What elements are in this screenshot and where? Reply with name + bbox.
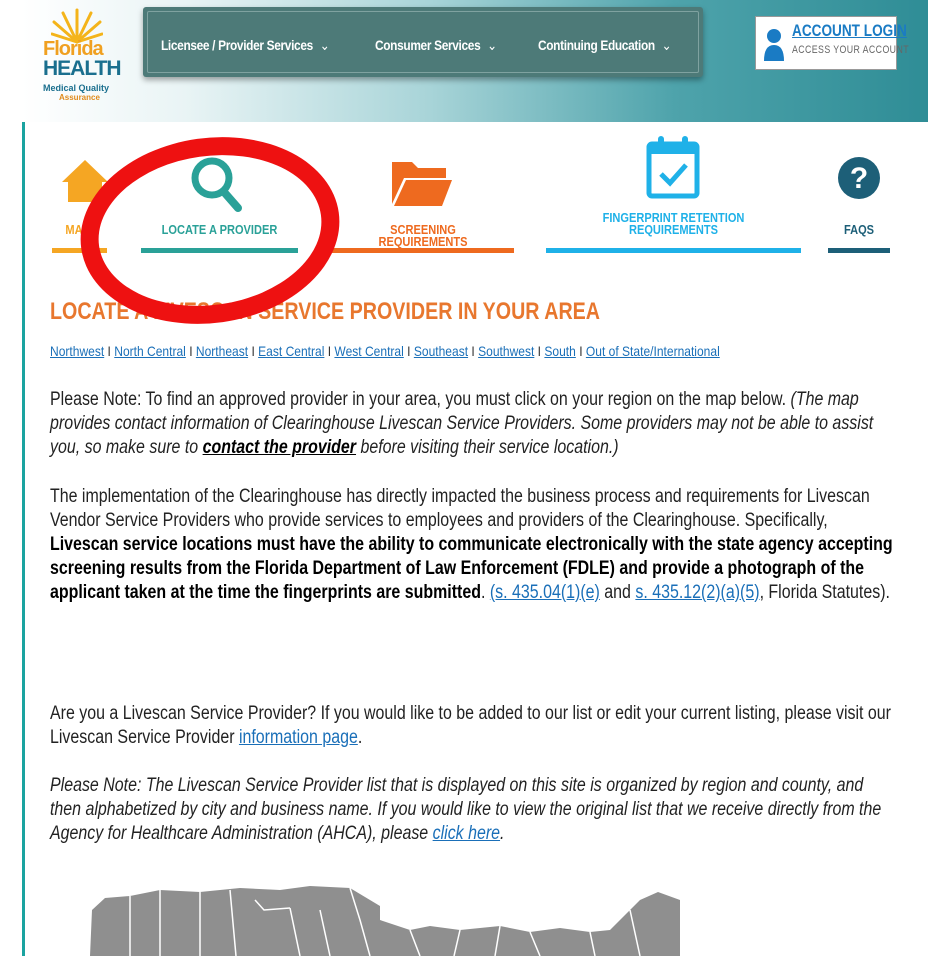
note-find-provider: Please Note: To find an approved provide…: [50, 388, 898, 460]
question-icon: ?: [838, 157, 880, 199]
impl-end: , Florida Statutes).: [759, 582, 890, 603]
region-links: Northwest I North Central I Northeast I …: [50, 343, 720, 359]
nav-label: Licensee / Provider Services: [161, 37, 313, 53]
calendar-check-icon: [646, 136, 700, 199]
implementation-paragraph: The implementation of the Clearinghouse …: [50, 485, 898, 605]
separator: I: [575, 343, 586, 359]
florida-health-logo[interactable]: Florida HEALTH Medical Quality Assurance: [41, 4, 122, 120]
impl-and: and: [599, 582, 636, 603]
tab-label: FINGERPRINT RETENTION REQUIREMENTS: [602, 210, 745, 237]
tab-fingerprint-retention[interactable]: FINGERPRINT RETENTION REQUIREMENTS: [546, 130, 801, 260]
information-page-link[interactable]: information page: [239, 727, 358, 748]
main-nav: Licensee / Provider Services ⌄ Consumer S…: [143, 7, 703, 77]
account-login-title: ACCOUNT LOGIN: [792, 21, 907, 40]
region-link-east-central[interactable]: East Central: [258, 343, 324, 359]
separator: I: [104, 343, 115, 359]
chevron-down-icon: ⌄: [319, 37, 330, 53]
region-link-out-of-state[interactable]: Out of State/International: [586, 343, 720, 359]
separator: I: [185, 343, 196, 359]
tab-label: FAQS: [843, 222, 875, 237]
provider-question-paragraph: Are you a Livescan Service Provider? If …: [50, 702, 898, 750]
note-italic-end: before visiting their service location.): [356, 437, 619, 458]
impl-dot: .: [480, 582, 490, 603]
note2-end: .: [500, 823, 505, 844]
statute-link-435-04[interactable]: (s. 435.04(1)(e): [490, 582, 600, 603]
account-login-subtitle: ACCESS YOUR ACCOUNT: [792, 44, 909, 56]
user-icon: [764, 29, 784, 61]
impl-text: The implementation of the Clearinghouse …: [50, 486, 870, 531]
nav-continuing-education[interactable]: Continuing Education ⌄: [538, 37, 672, 54]
nav-licensee-provider-services[interactable]: Licensee / Provider Services ⌄: [161, 37, 330, 54]
region-link-northwest[interactable]: Northwest: [50, 343, 104, 359]
tab-label: SCREENING REQUIREMENTS: [378, 222, 468, 249]
region-link-southwest[interactable]: Southwest: [478, 343, 534, 359]
region-link-northeast[interactable]: Northeast: [196, 343, 248, 359]
separator: I: [403, 343, 414, 359]
logo-mqa-text: Medical Quality: [43, 83, 110, 93]
tab-underline: [546, 248, 801, 253]
click-here-link[interactable]: click here: [433, 823, 500, 844]
statute-link-435-12[interactable]: s. 435.12(2)(a)(5): [635, 582, 759, 603]
nav-label: Continuing Education: [538, 37, 655, 53]
note-text: Please Note: To find an approved provide…: [50, 389, 791, 410]
region-link-southeast[interactable]: Southeast: [414, 343, 468, 359]
chevron-down-icon: ⌄: [661, 37, 672, 53]
svg-text:?: ?: [850, 162, 868, 195]
separator: I: [324, 343, 335, 359]
logo-health-text: HEALTH: [43, 57, 122, 80]
separator: I: [248, 343, 259, 359]
tab-underline: [332, 248, 514, 253]
note-list-organization: Please Note: The Livescan Service Provid…: [50, 774, 898, 846]
nav-consumer-services[interactable]: Consumer Services ⌄: [375, 37, 497, 54]
separator: I: [468, 343, 479, 359]
provider-end: .: [357, 727, 363, 748]
folder-icon: [392, 162, 452, 206]
nav-label: Consumer Services: [375, 37, 481, 53]
separator: I: [534, 343, 545, 359]
account-login-button[interactable]: ACCOUNT LOGIN ACCESS YOUR ACCOUNT: [755, 16, 909, 70]
florida-region-map[interactable]: [50, 870, 750, 956]
region-link-north-central[interactable]: North Central: [114, 343, 186, 359]
contact-provider-link[interactable]: contact the provider: [203, 437, 356, 458]
region-link-west-central[interactable]: West Central: [334, 343, 403, 359]
region-link-south[interactable]: South: [544, 343, 575, 359]
chevron-down-icon: ⌄: [487, 37, 497, 53]
logo-assurance-text: Assurance: [59, 93, 100, 102]
provider-question-text: Are you a Livescan Service Provider? If …: [50, 703, 891, 748]
tab-faqs[interactable]: ? FAQS: [828, 150, 890, 260]
tab-underline: [828, 248, 890, 253]
tab-screening-requirements[interactable]: SCREENING REQUIREMENTS: [332, 150, 514, 260]
